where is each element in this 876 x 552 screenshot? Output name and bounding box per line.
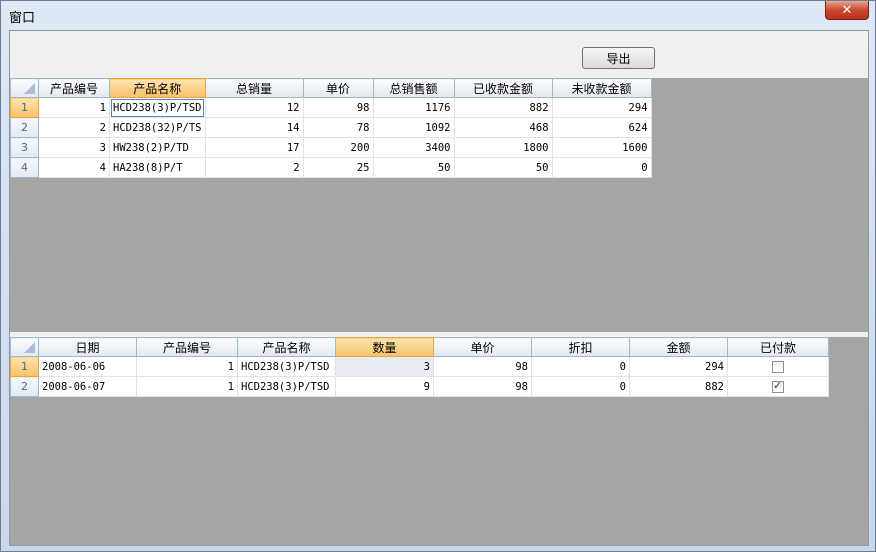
cell-unit-price[interactable]: 200 bbox=[302, 137, 374, 158]
col-header-outstanding[interactable]: 未收款金额 bbox=[551, 78, 652, 98]
close-button[interactable]: ✕ bbox=[825, 1, 869, 20]
cell-amount[interactable]: 294 bbox=[629, 356, 728, 377]
cell-received[interactable]: 50 bbox=[453, 157, 553, 178]
col-header-date[interactable]: 日期 bbox=[38, 337, 137, 357]
table-row[interactable]: 3 3 HW238(2)P/TD 17 200 3400 1800 1600 bbox=[10, 137, 652, 158]
table-row[interactable]: 2 2008-06-07 1 HCD238(3)P/TSD 9 98 0 882 bbox=[10, 376, 829, 397]
paid-checkbox[interactable] bbox=[772, 379, 784, 393]
cell-product-name[interactable]: HA238(8)P/T bbox=[109, 157, 206, 178]
cell-total-qty[interactable]: 14 bbox=[204, 117, 304, 138]
cell-amount[interactable]: 882 bbox=[629, 376, 728, 397]
app-window: 窗口 ✕ 导出 产品编号 产品名称 总销量 单价 总销售额 已收款金额 未收款金… bbox=[0, 0, 876, 552]
col-header-received[interactable]: 已收款金额 bbox=[453, 78, 553, 98]
cell-received[interactable]: 882 bbox=[453, 97, 553, 118]
cell-product-id[interactable]: 4 bbox=[38, 157, 110, 178]
col-header-product-id[interactable]: 产品编号 bbox=[38, 78, 110, 98]
cell-total-sales[interactable]: 3400 bbox=[372, 137, 455, 158]
cell-product-id[interactable]: 1 bbox=[136, 356, 238, 377]
cell-received[interactable]: 468 bbox=[453, 117, 553, 138]
col-header-unit-price[interactable]: 单价 bbox=[433, 337, 532, 357]
table-row[interactable]: 1 2008-06-06 1 HCD238(3)P/TSD 3 98 0 294 bbox=[10, 356, 829, 377]
cell-outstanding[interactable]: 1600 bbox=[551, 137, 652, 158]
cell-product-id[interactable]: 1 bbox=[136, 376, 238, 397]
cell-unit-price[interactable]: 98 bbox=[302, 97, 374, 118]
row-header[interactable]: 2 bbox=[10, 376, 39, 397]
cell-received[interactable]: 1800 bbox=[453, 137, 553, 158]
cell-outstanding[interactable]: 624 bbox=[551, 117, 652, 138]
corner-triangle-icon bbox=[24, 83, 35, 94]
table-row[interactable]: 1 1 HCD238(3)P/TSD 12 98 1176 882 294 bbox=[10, 97, 652, 118]
row-header[interactable]: 1 bbox=[10, 97, 39, 118]
cell-discount[interactable]: 0 bbox=[531, 376, 630, 397]
col-header-product-name[interactable]: 产品名称 bbox=[109, 78, 206, 98]
table-row[interactable]: 4 4 HA238(8)P/T 2 25 50 50 0 bbox=[10, 157, 652, 178]
cell-quantity[interactable]: 3 bbox=[335, 356, 434, 377]
col-header-quantity[interactable]: 数量 bbox=[335, 337, 434, 357]
cell-date[interactable]: 2008-06-07 bbox=[38, 376, 137, 397]
col-header-total-sales[interactable]: 总销售额 bbox=[372, 78, 455, 98]
cell-total-sales[interactable]: 1176 bbox=[372, 97, 455, 118]
cell-outstanding[interactable]: 294 bbox=[551, 97, 652, 118]
cell-total-qty[interactable]: 17 bbox=[204, 137, 304, 158]
detail-grid-panel: 日期 产品编号 产品名称 数量 单价 折扣 金额 已付款 1 2008-06-0… bbox=[10, 337, 868, 545]
cell-product-name[interactable]: HCD238(3)P/TSD bbox=[109, 97, 206, 118]
col-header-amount[interactable]: 金额 bbox=[629, 337, 728, 357]
row-header[interactable]: 4 bbox=[10, 157, 39, 178]
col-header-discount[interactable]: 折扣 bbox=[531, 337, 630, 357]
cell-product-id[interactable]: 2 bbox=[38, 117, 110, 138]
corner-triangle-icon bbox=[24, 342, 35, 353]
col-header-total-qty[interactable]: 总销量 bbox=[204, 78, 304, 98]
summary-header-row: 产品编号 产品名称 总销量 单价 总销售额 已收款金额 未收款金额 bbox=[10, 78, 652, 98]
select-all-corner[interactable] bbox=[10, 337, 39, 357]
cell-product-name[interactable]: HCD238(3)P/TSD bbox=[237, 356, 336, 377]
cell-total-qty[interactable]: 12 bbox=[204, 97, 304, 118]
close-icon: ✕ bbox=[841, 2, 853, 18]
col-header-product-id[interactable]: 产品编号 bbox=[136, 337, 238, 357]
client-area: 导出 产品编号 产品名称 总销量 单价 总销售额 已收款金额 未收款金额 1 1… bbox=[9, 30, 869, 546]
cell-paid bbox=[727, 376, 829, 397]
cell-product-id[interactable]: 1 bbox=[38, 97, 110, 118]
cell-unit-price[interactable]: 98 bbox=[433, 376, 532, 397]
row-header[interactable]: 1 bbox=[10, 356, 39, 377]
summary-grid-panel: 产品编号 产品名称 总销量 单价 总销售额 已收款金额 未收款金额 1 1 HC… bbox=[10, 78, 868, 332]
paid-checkbox[interactable] bbox=[772, 360, 784, 373]
detail-grid: 日期 产品编号 产品名称 数量 单价 折扣 金额 已付款 1 2008-06-0… bbox=[10, 337, 829, 397]
row-header[interactable]: 3 bbox=[10, 137, 39, 158]
cell-unit-price[interactable]: 78 bbox=[302, 117, 374, 138]
cell-total-sales[interactable]: 50 bbox=[372, 157, 455, 178]
export-button[interactable]: 导出 bbox=[582, 47, 655, 69]
cell-paid bbox=[727, 356, 829, 377]
window-title: 窗口 bbox=[9, 11, 36, 26]
cell-product-name[interactable]: HCD238(32)P/TS bbox=[109, 117, 206, 138]
cell-unit-price[interactable]: 25 bbox=[302, 157, 374, 178]
row-header[interactable]: 2 bbox=[10, 117, 39, 138]
cell-unit-price[interactable]: 98 bbox=[433, 356, 532, 377]
cell-product-id[interactable]: 3 bbox=[38, 137, 110, 158]
col-header-unit-price[interactable]: 单价 bbox=[302, 78, 374, 98]
cell-product-name[interactable]: HW238(2)P/TD bbox=[109, 137, 206, 158]
title-bar[interactable]: 窗口 ✕ bbox=[1, 1, 875, 29]
detail-header-row: 日期 产品编号 产品名称 数量 单价 折扣 金额 已付款 bbox=[10, 337, 829, 357]
col-header-paid[interactable]: 已付款 bbox=[727, 337, 829, 357]
cell-discount[interactable]: 0 bbox=[531, 356, 630, 377]
cell-outstanding[interactable]: 0 bbox=[551, 157, 652, 178]
cell-date[interactable]: 2008-06-06 bbox=[38, 356, 137, 377]
select-all-corner[interactable] bbox=[10, 78, 39, 98]
col-header-product-name[interactable]: 产品名称 bbox=[237, 337, 336, 357]
cell-product-name[interactable]: HCD238(3)P/TSD bbox=[237, 376, 336, 397]
cell-quantity[interactable]: 9 bbox=[335, 376, 434, 397]
cell-total-qty[interactable]: 2 bbox=[204, 157, 304, 178]
toolbar: 导出 bbox=[10, 31, 868, 78]
table-row[interactable]: 2 2 HCD238(32)P/TS 14 78 1092 468 624 bbox=[10, 117, 652, 138]
summary-grid: 产品编号 产品名称 总销量 单价 总销售额 已收款金额 未收款金额 1 1 HC… bbox=[10, 78, 652, 178]
cell-total-sales[interactable]: 1092 bbox=[372, 117, 455, 138]
